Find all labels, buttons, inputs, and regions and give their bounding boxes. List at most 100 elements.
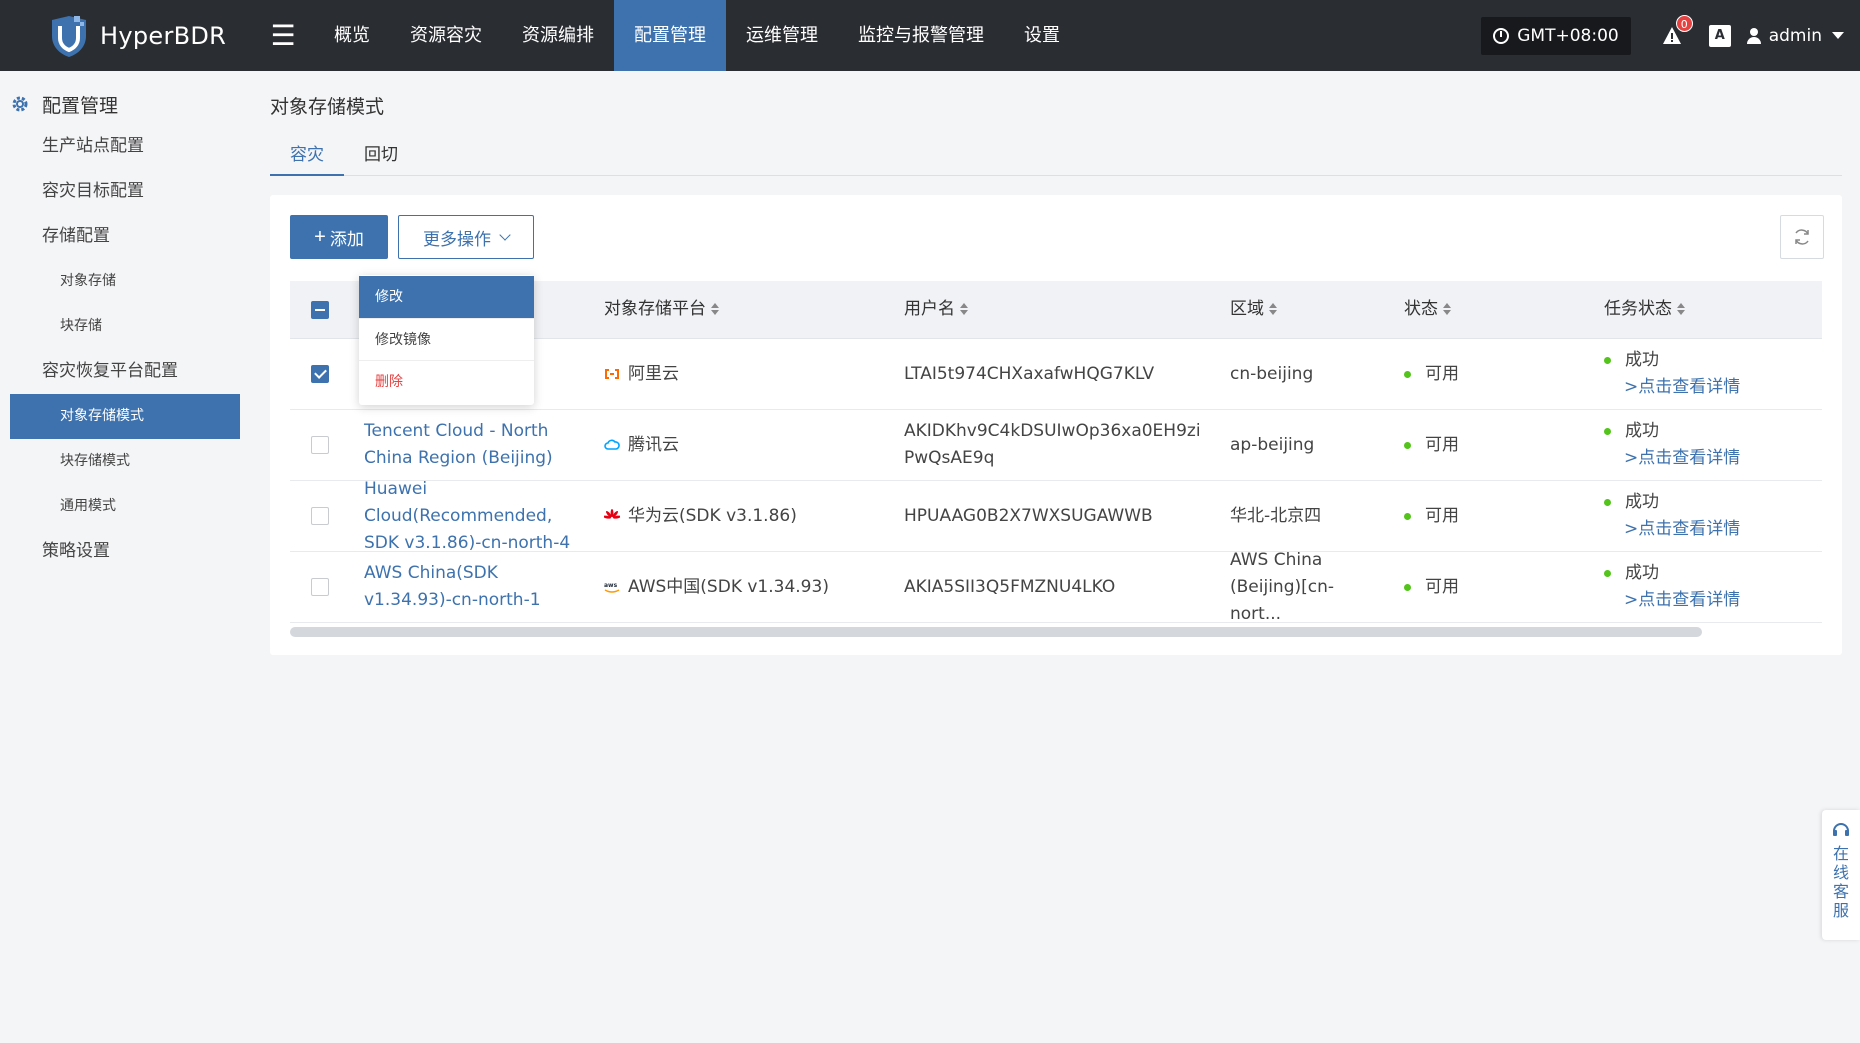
refresh-button[interactable] bbox=[1780, 215, 1824, 259]
task-status-cell: 成功 >点击查看详情 bbox=[1590, 560, 1822, 614]
table-row: Tencent Cloud - North China Region (Beij… bbox=[290, 410, 1822, 481]
table-row: Huawei Cloud(Recommended, SDK v3.1.86)-c… bbox=[290, 479, 1822, 553]
platform-name: AWS中国(SDK v1.34.93) bbox=[628, 576, 829, 597]
user-menu[interactable]: admin bbox=[1746, 25, 1844, 46]
sidebar-item-block-storage[interactable]: 块存储 bbox=[0, 304, 252, 349]
row-checkbox-cell bbox=[290, 436, 350, 454]
menu-item-edit[interactable]: 修改 bbox=[359, 276, 534, 318]
platform-cell: 腾讯云 bbox=[590, 432, 890, 459]
online-service-button[interactable]: 在线客服 bbox=[1822, 810, 1860, 940]
platform-cell: 阿里云 bbox=[590, 361, 890, 388]
horizontal-scrollbar[interactable] bbox=[290, 627, 1702, 637]
user-icon bbox=[1746, 27, 1761, 44]
platform-name: 腾讯云 bbox=[628, 434, 679, 455]
nav-resource-dr[interactable]: 资源容灾 bbox=[390, 0, 502, 71]
name-cell: Huawei Cloud(Recommended, SDK v3.1.86)-c… bbox=[350, 476, 590, 557]
storage-name-link[interactable]: Huawei Cloud(Recommended, SDK v3.1.86)-c… bbox=[364, 479, 570, 553]
column-header-platform[interactable]: 对象存储平台 bbox=[590, 296, 890, 323]
sidebar-item-general-mode[interactable]: 通用模式 bbox=[0, 484, 252, 529]
row-checkbox[interactable] bbox=[311, 365, 329, 383]
column-header-username[interactable]: 用户名 bbox=[890, 296, 1216, 323]
timezone-label: GMT+08:00 bbox=[1517, 25, 1619, 46]
column-header-region[interactable]: 区域 bbox=[1216, 296, 1390, 323]
select-all-checkbox[interactable] bbox=[311, 300, 329, 319]
status-dot bbox=[1404, 441, 1411, 449]
header-actions: GMT+08:00 0 A admin bbox=[1481, 0, 1844, 71]
header-checkbox-cell bbox=[290, 300, 350, 319]
task-status-dot bbox=[1604, 570, 1611, 577]
platform-name: 阿里云 bbox=[628, 363, 679, 384]
row-checkbox-cell bbox=[290, 507, 350, 525]
sidebar-item-storage-config[interactable]: 存储配置 bbox=[0, 214, 252, 259]
sort-icon bbox=[1269, 303, 1277, 315]
sort-icon bbox=[1677, 303, 1685, 315]
sort-icon bbox=[960, 303, 968, 315]
sidebar-header[interactable]: 配置管理 bbox=[0, 84, 252, 124]
platform-name: 华为云(SDK v3.1.86) bbox=[628, 505, 797, 526]
menu-item-delete[interactable]: 删除 bbox=[359, 360, 534, 402]
nav-settings[interactable]: 设置 bbox=[1004, 0, 1080, 71]
tencent-cloud-icon bbox=[604, 439, 620, 450]
more-actions-dropdown: 修改 修改镜像 删除 bbox=[359, 275, 534, 405]
storage-name-link[interactable]: Tencent Cloud - North China Region (Beij… bbox=[364, 421, 553, 468]
sidebar-item-dr-platform-config[interactable]: 容灾恢复平台配置 bbox=[0, 349, 252, 394]
task-detail-link[interactable]: >点击查看详情 bbox=[1624, 590, 1740, 610]
storage-name-link[interactable]: AWS China(SDK v1.34.93)-cn-north-1 bbox=[364, 563, 541, 610]
nav-config-management[interactable]: 配置管理 bbox=[614, 0, 726, 71]
aws-icon: aws bbox=[604, 582, 620, 593]
sidebar-item-production-site[interactable]: 生产站点配置 bbox=[0, 124, 252, 169]
task-detail-link[interactable]: >点击查看详情 bbox=[1624, 519, 1740, 539]
tab-failback[interactable]: 回切 bbox=[344, 138, 418, 176]
app-logo[interactable]: HyperBDR bbox=[0, 14, 252, 58]
more-actions-button[interactable]: 更多操作 bbox=[398, 215, 534, 259]
user-name: admin bbox=[1768, 25, 1822, 46]
username-cell: AKIA5SII3Q5FMZNU4LKO bbox=[904, 576, 1116, 597]
row-checkbox[interactable] bbox=[311, 507, 329, 525]
sidebar-title: 配置管理 bbox=[42, 94, 119, 117]
alert-button[interactable]: 0 bbox=[1659, 14, 1693, 49]
status-cell: 可用 bbox=[1390, 432, 1590, 459]
username-cell: AKIDKhv9C4kDSUIwOp36xa0EH9ziPwQsAE9q bbox=[904, 421, 1201, 468]
sidebar-item-policy-settings[interactable]: 策略设置 bbox=[0, 529, 252, 574]
sidebar-item-object-storage[interactable]: 对象存储 bbox=[0, 259, 252, 304]
language-icon[interactable]: A bbox=[1708, 24, 1731, 47]
online-service-label: 在线客服 bbox=[1833, 844, 1850, 920]
add-button[interactable]: + 添加 bbox=[290, 215, 388, 259]
menu-toggle-icon[interactable]: ☰ bbox=[252, 0, 314, 71]
gear-icon bbox=[12, 96, 28, 112]
task-status-dot bbox=[1604, 357, 1611, 364]
refresh-icon bbox=[1795, 229, 1809, 245]
task-status-text: 成功 bbox=[1625, 492, 1659, 512]
status-text: 可用 bbox=[1425, 434, 1459, 455]
aliyun-icon bbox=[605, 369, 619, 379]
sidebar-item-object-storage-mode[interactable]: 对象存储模式 bbox=[10, 394, 240, 439]
username-cell: HPUAAG0B2X7WXSUGAWWB bbox=[904, 505, 1153, 526]
sidebar-item-block-storage-mode[interactable]: 块存储模式 bbox=[0, 439, 252, 484]
status-dot bbox=[1404, 370, 1411, 378]
platform-cell: 华为云(SDK v3.1.86) bbox=[590, 503, 890, 530]
nav-ops-management[interactable]: 运维管理 bbox=[726, 0, 838, 71]
row-checkbox-cell bbox=[290, 365, 350, 383]
task-detail-link[interactable]: >点击查看详情 bbox=[1624, 448, 1740, 468]
region-cell: ap-beijing bbox=[1230, 434, 1315, 455]
column-header-status[interactable]: 状态 bbox=[1390, 296, 1590, 323]
row-checkbox[interactable] bbox=[311, 436, 329, 454]
status-cell: 可用 bbox=[1390, 503, 1590, 530]
task-detail-link[interactable]: >点击查看详情 bbox=[1624, 377, 1740, 397]
row-checkbox[interactable] bbox=[311, 578, 329, 596]
svg-text:aws: aws bbox=[604, 582, 618, 589]
menu-item-edit-image[interactable]: 修改镜像 bbox=[359, 318, 534, 360]
status-text: 可用 bbox=[1425, 363, 1459, 384]
timezone-button[interactable]: GMT+08:00 bbox=[1481, 16, 1631, 55]
table-row: AWS China(SDK v1.34.93)-cn-north-1 aws A… bbox=[290, 550, 1822, 624]
tab-dr[interactable]: 容灾 bbox=[270, 138, 344, 176]
status-text: 可用 bbox=[1425, 576, 1459, 597]
sidebar: 配置管理 生产站点配置 容灾目标配置 存储配置 对象存储 块存储 容灾恢复平台配… bbox=[0, 71, 252, 1043]
nav-overview[interactable]: 概览 bbox=[314, 0, 390, 71]
column-header-task-status[interactable]: 任务状态 bbox=[1590, 296, 1822, 323]
nav-resource-orchestration[interactable]: 资源编排 bbox=[502, 0, 614, 71]
status-text: 可用 bbox=[1425, 505, 1459, 526]
sidebar-item-dr-target[interactable]: 容灾目标配置 bbox=[0, 169, 252, 214]
nav-monitoring-alerts[interactable]: 监控与报警管理 bbox=[838, 0, 1004, 71]
alert-count-badge: 0 bbox=[1675, 14, 1693, 32]
